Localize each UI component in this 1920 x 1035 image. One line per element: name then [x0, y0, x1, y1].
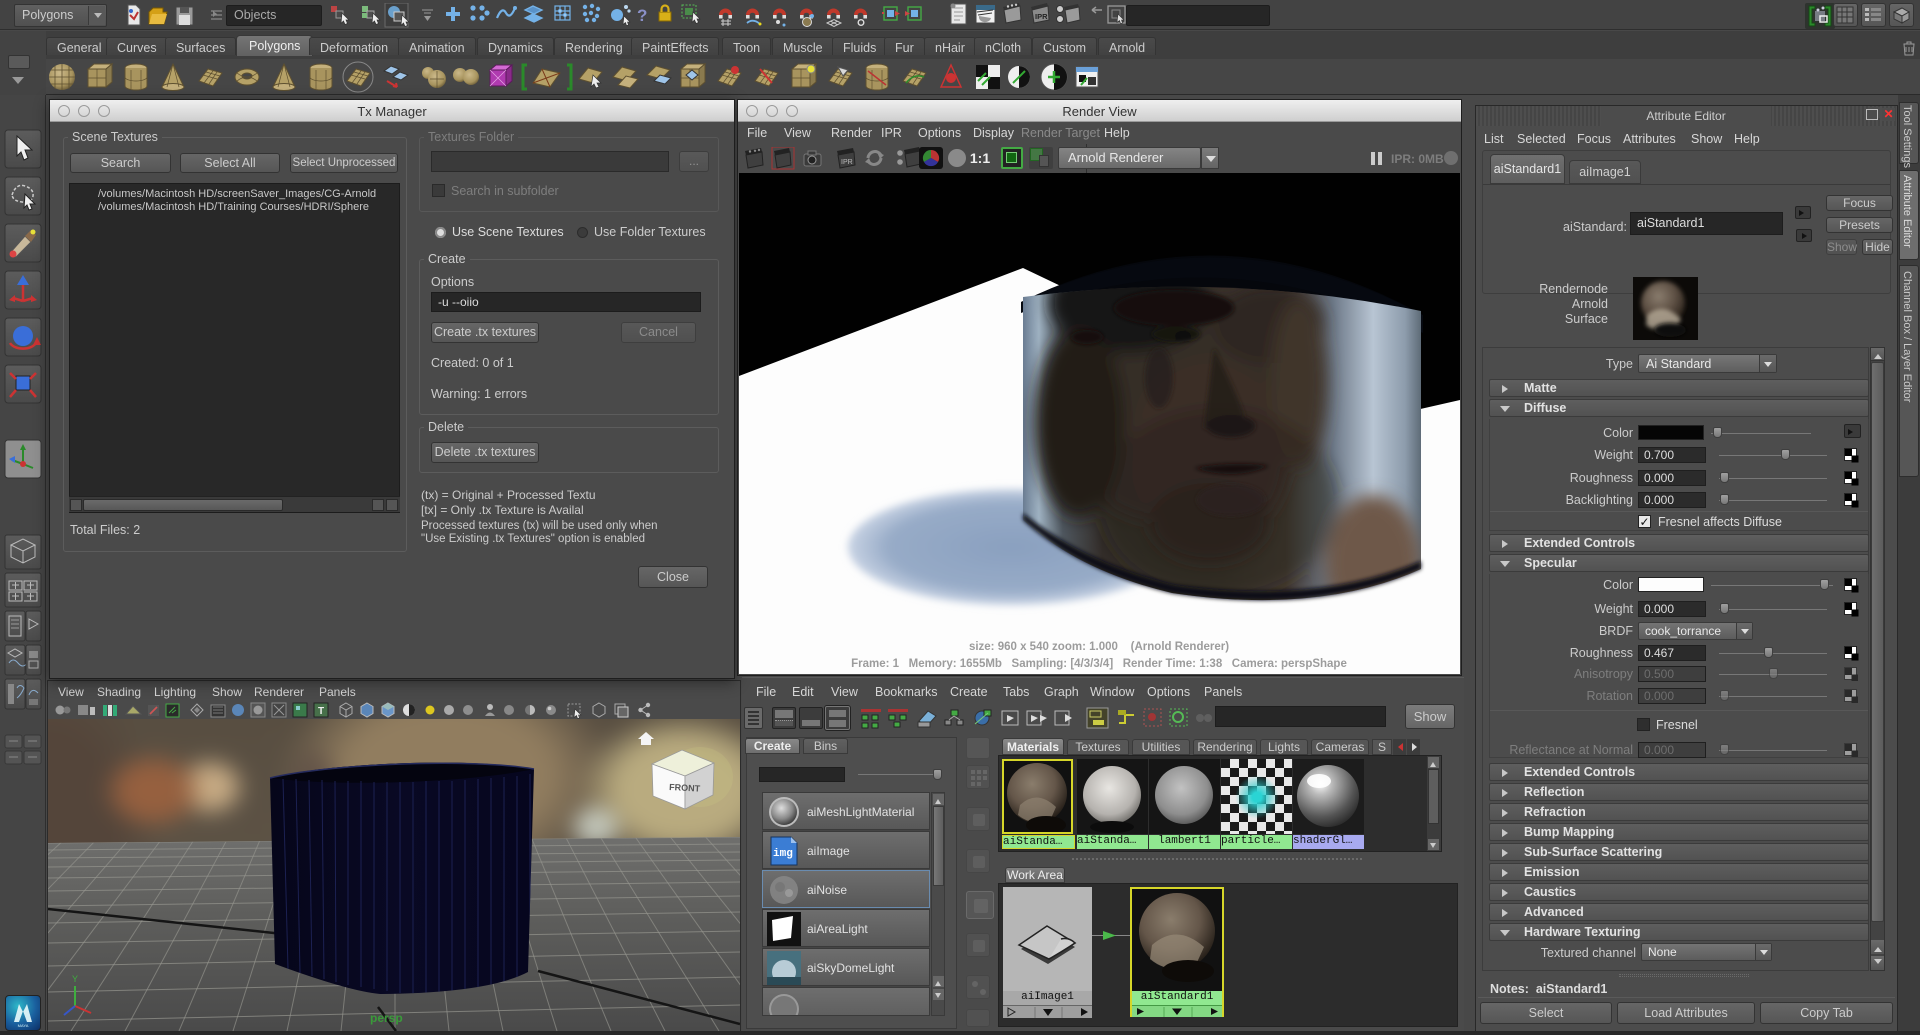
svg-text:?: ?: [637, 6, 647, 25]
svg-text:FRONT: FRONT: [669, 782, 701, 794]
svg-text:MAYA: MAYA: [18, 1023, 29, 1028]
svg-text:persp: persp: [370, 1011, 403, 1025]
svg-text:Frame: 1 Memory: 1655Mb Sa: Frame: 1 Memory: 1655Mb Sampling: [4/3/3…: [851, 658, 1347, 670]
svg-text:size: 960 x 540 zoom: 1.000: size: 960 x 540 zoom: 1.000 (Arnold Rend…: [969, 641, 1229, 653]
svg-text:img: img: [773, 848, 793, 860]
svg-text:T: T: [318, 706, 324, 717]
svg-text:IPR: IPR: [841, 159, 853, 166]
svg-text:Y: Y: [72, 974, 78, 984]
svg-text:IPR: IPR: [1035, 12, 1048, 21]
